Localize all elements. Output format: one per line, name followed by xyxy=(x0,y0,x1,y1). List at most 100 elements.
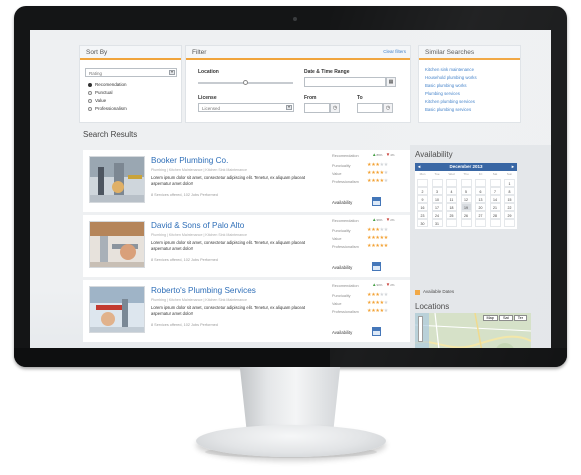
calendar-day[interactable]: 17 xyxy=(431,203,443,211)
calendar-empty-cell xyxy=(475,219,486,227)
sort-option-professionalism[interactable]: Professionalism xyxy=(88,106,127,111)
calendar-empty-cell xyxy=(446,219,457,227)
result-card[interactable]: Roberto's Plumbing Services Plumbing | K… xyxy=(83,280,433,342)
sort-by-select[interactable]: Rating ▾ xyxy=(85,68,177,77)
calendar-day[interactable]: 4 xyxy=(446,187,457,195)
calendar-empty-cell xyxy=(475,179,486,187)
star-rating: ★★★★★ xyxy=(367,292,388,298)
calendar-day[interactable]: 2 xyxy=(417,187,428,195)
sort-by-title: Sort By xyxy=(80,46,181,60)
date-input[interactable] xyxy=(304,77,386,87)
result-card[interactable]: David & Sons of Palo Alto Plumbing | Kit… xyxy=(83,215,433,277)
calendar-day[interactable]: 1 xyxy=(504,179,515,187)
calendar-day[interactable]: 13 xyxy=(475,195,486,203)
calendar-day[interactable]: 25 xyxy=(446,211,457,219)
calendar-weekday: Thu xyxy=(463,172,469,176)
metric-label: Professionalism xyxy=(332,180,359,184)
similar-search-link[interactable]: Kitchen sink maintenance xyxy=(425,67,474,72)
from-time-input[interactable] xyxy=(304,103,330,113)
chevron-left-icon[interactable]: ◂ xyxy=(418,163,420,171)
calendar-day[interactable]: 30 xyxy=(417,219,428,227)
company-name[interactable]: Booker Plumbing Co. xyxy=(151,156,228,165)
similar-search-link[interactable]: Basic plumbing works xyxy=(425,83,467,88)
sort-option-value[interactable]: Value xyxy=(88,98,106,103)
calendar-day[interactable]: 19 xyxy=(460,203,472,211)
available-dates-swatch xyxy=(415,290,420,295)
calendar-day[interactable]: 6 xyxy=(475,187,486,195)
calendar-day[interactable]: 7 xyxy=(489,187,501,195)
similar-searches-title: Similar Searches xyxy=(419,46,520,60)
calendar-day[interactable]: 11 xyxy=(446,195,457,203)
similar-search-link[interactable]: Plumbing services xyxy=(425,91,460,96)
calendar-day[interactable]: 27 xyxy=(475,211,486,219)
votes: ▲86% ▼4% xyxy=(372,152,395,157)
availability-title: Availability xyxy=(415,150,453,159)
map-type-terrain[interactable]: Ter xyxy=(513,315,527,321)
clear-filters-link[interactable]: Clear filters xyxy=(383,49,406,54)
similar-search-link[interactable]: Household plumbing works xyxy=(425,75,477,80)
calendar-day[interactable]: 29 xyxy=(504,211,515,219)
to-time-input[interactable] xyxy=(357,103,383,113)
availability-sidebar: Availability ◂ December 2013 ▸ Mon Tue Wed… xyxy=(410,145,551,348)
company-description: Lorem ipsum dolor sit amet, consectetur … xyxy=(151,175,306,186)
filter-panel: Filter Clear filters Location Date & Tim… xyxy=(185,45,411,123)
company-name[interactable]: David & Sons of Palo Alto xyxy=(151,221,244,230)
filter-title: Filter Clear filters xyxy=(186,46,410,60)
clock-icon[interactable]: ◷ xyxy=(330,103,340,113)
metric-label: Recomendation xyxy=(332,219,359,223)
chevron-down-icon: ▾ xyxy=(169,70,175,75)
calendar-day[interactable]: 5 xyxy=(460,187,472,195)
calendar-day[interactable]: 24 xyxy=(431,211,443,219)
calendar-day[interactable]: 28 xyxy=(489,211,501,219)
calendar-day[interactable]: 21 xyxy=(489,203,501,211)
sort-option-recomendation[interactable]: Recomendation xyxy=(88,82,127,87)
star-icon: ★ xyxy=(383,235,389,241)
calendar-day[interactable]: 12 xyxy=(460,195,472,203)
location-slider-handle[interactable] xyxy=(243,80,248,85)
to-label: To xyxy=(357,95,363,101)
calendar-header: ◂ December 2013 ▸ xyxy=(415,163,517,171)
star-rating: ★★★★★ xyxy=(367,162,388,168)
calendar-icon[interactable] xyxy=(372,197,381,206)
calendar-day[interactable]: 8 xyxy=(504,187,515,195)
sort-option-punctual[interactable]: Punctual xyxy=(88,90,113,95)
map-type-map[interactable]: Map xyxy=(482,315,498,321)
star-icon: ★ xyxy=(383,243,389,249)
company-categories: Plumbing | Kitchen Maintenance | Kitchen… xyxy=(151,298,247,302)
license-label: License xyxy=(198,95,217,101)
company-categories: Plumbing | Kitchen Maintenance | Kitchen… xyxy=(151,233,247,237)
calendar-empty-cell xyxy=(489,219,501,227)
calendar-icon[interactable] xyxy=(372,327,381,336)
calendar-day[interactable]: 31 xyxy=(431,219,443,227)
company-name[interactable]: Roberto's Plumbing Services xyxy=(151,286,256,295)
calendar-day[interactable]: 20 xyxy=(475,203,486,211)
license-select[interactable]: Licensed ▾ xyxy=(198,103,294,112)
similar-search-link[interactable]: Basic plumbing services xyxy=(425,107,471,112)
calendar-day[interactable]: 15 xyxy=(504,195,515,203)
locations-map[interactable]: Map Sat Ter xyxy=(415,313,531,348)
chevron-right-icon[interactable]: ▸ xyxy=(512,163,514,171)
calendar-day[interactable]: 23 xyxy=(417,211,428,219)
calendar-icon[interactable] xyxy=(372,262,381,271)
calendar-day[interactable]: 16 xyxy=(417,203,428,211)
metric-label: Punctuality xyxy=(332,229,351,233)
map-zoom-control[interactable] xyxy=(418,316,423,342)
calendar-day[interactable]: 22 xyxy=(504,203,515,211)
calendar-day[interactable]: 9 xyxy=(417,195,428,203)
star-rating: ★★★★★ xyxy=(367,170,388,176)
similar-search-link[interactable]: Kitchen plumbing services xyxy=(425,99,475,104)
available-dates-label: Available Dates xyxy=(423,289,455,294)
calendar-day[interactable]: 26 xyxy=(460,211,472,219)
result-card[interactable]: Booker Plumbing Co. Plumbing | Kitchen M… xyxy=(83,150,433,212)
calendar-day[interactable]: 18 xyxy=(446,203,457,211)
radio-icon xyxy=(88,106,92,111)
star-icon: ★ xyxy=(383,308,389,314)
map-type-satellite[interactable]: Sat xyxy=(498,315,513,321)
metric-label: Professionalism xyxy=(332,245,359,249)
calendar-day[interactable]: 10 xyxy=(431,195,443,203)
calendar-icon[interactable]: ▦ xyxy=(386,77,396,87)
calendar-day[interactable]: 3 xyxy=(431,187,443,195)
clock-icon[interactable]: ◷ xyxy=(383,103,393,113)
star-rating: ★★★★★ xyxy=(367,235,388,241)
calendar-day[interactable]: 14 xyxy=(489,195,501,203)
